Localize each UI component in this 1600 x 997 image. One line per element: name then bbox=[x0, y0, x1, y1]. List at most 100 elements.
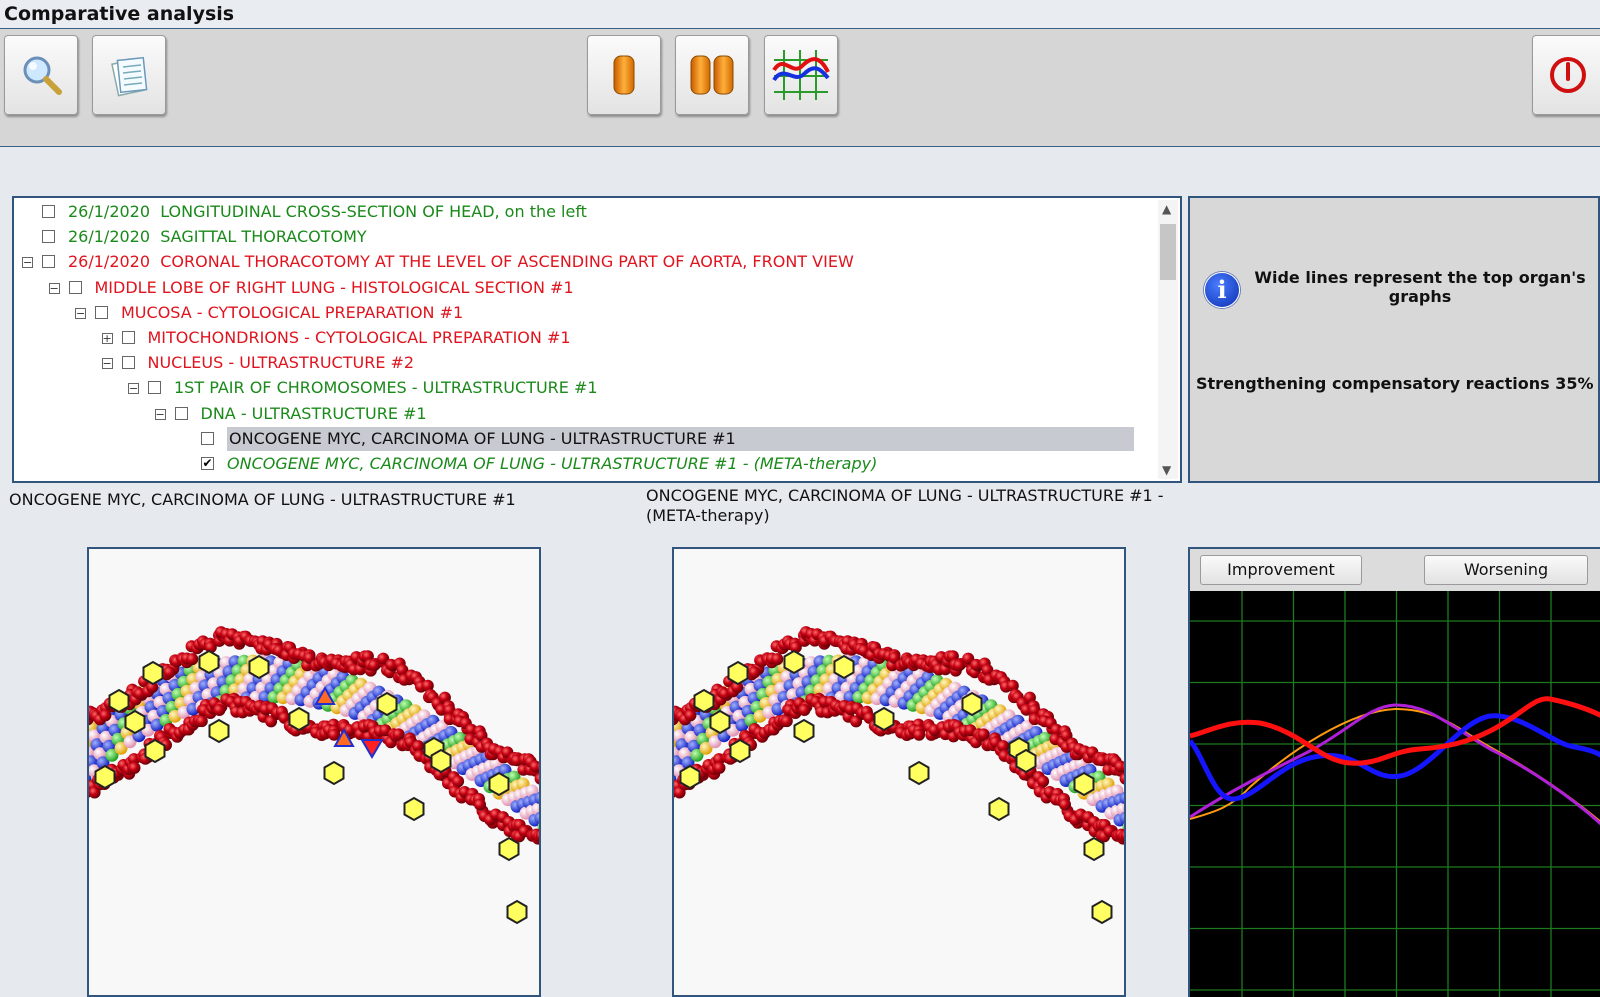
scroll-down-icon[interactable]: ▼ bbox=[1162, 463, 1171, 477]
hexagon-marker bbox=[783, 649, 805, 675]
hexagon-marker bbox=[142, 660, 164, 686]
hexagon-marker bbox=[498, 836, 520, 862]
atom bbox=[213, 704, 226, 716]
hexagon-marker bbox=[288, 706, 310, 732]
collapse-icon[interactable]: − bbox=[75, 307, 86, 319]
collapse-icon[interactable]: − bbox=[128, 383, 139, 395]
tree-checkbox[interactable] bbox=[121, 356, 135, 370]
title-bar: Comparative analysis bbox=[0, 0, 1600, 29]
right-image-caption-line2: (META-therapy) bbox=[646, 506, 770, 525]
tree-row-label: NUCLEUS - ULTRASTRUCTURE #2 bbox=[147, 353, 415, 373]
analysis-tree[interactable]: 26/1/2020 LONGITUDINAL CROSS-SECTION OF … bbox=[12, 196, 1182, 483]
tree-row-label: 1ST PAIR OF CHROMOSOMES - ULTRASTRUCTURE… bbox=[174, 378, 598, 398]
hexagon-marker bbox=[430, 748, 452, 774]
tree-checkbox[interactable] bbox=[68, 280, 82, 294]
collapse-icon[interactable]: − bbox=[101, 358, 113, 370]
tree-checkbox[interactable] bbox=[174, 406, 188, 420]
atom bbox=[474, 798, 486, 811]
tree-row-label: ONCOGENE MYC, CARCINOMA OF LUNG - ULTRAS… bbox=[227, 426, 1134, 451]
expand-icon[interactable]: + bbox=[101, 333, 113, 344]
collapse-icon[interactable]: − bbox=[154, 408, 166, 420]
tree-checkbox[interactable] bbox=[42, 255, 55, 269]
tree-scrollbar[interactable]: ▲ ▼ bbox=[1158, 200, 1178, 479]
hexagon-marker bbox=[693, 688, 715, 714]
triangle-marker bbox=[360, 739, 384, 759]
single-capsule-icon bbox=[604, 50, 644, 100]
notepad-icon bbox=[105, 51, 153, 99]
atom bbox=[713, 761, 726, 774]
graph-view-button[interactable] bbox=[764, 35, 838, 115]
dual-view-button[interactable] bbox=[675, 35, 749, 115]
tree-row-label: DNA - ULTRASTRUCTURE #1 bbox=[200, 403, 427, 423]
hexagon-marker bbox=[988, 796, 1010, 822]
tree-checkbox[interactable] bbox=[121, 331, 135, 344]
improvement-button[interactable]: Improvement bbox=[1200, 555, 1362, 585]
scroll-up-icon[interactable]: ▲ bbox=[1162, 202, 1171, 216]
worsening-button[interactable]: Worsening bbox=[1424, 555, 1588, 585]
hexagon-marker bbox=[679, 764, 701, 790]
atom bbox=[163, 666, 176, 679]
tree-checkbox[interactable] bbox=[95, 305, 108, 319]
tree-checkbox[interactable] bbox=[201, 431, 214, 445]
left-image-caption: ONCOGENE MYC, CARCINOMA OF LUNG - ULTRAS… bbox=[9, 490, 516, 509]
notes-button[interactable] bbox=[92, 35, 166, 115]
graph-icon bbox=[770, 46, 832, 104]
atom bbox=[913, 728, 926, 741]
single-view-button[interactable] bbox=[587, 35, 661, 115]
tree-row-label: ONCOGENE MYC, CARCINOMA OF LUNG - ULTRAS… bbox=[227, 454, 878, 473]
tree-row[interactable]: − NUCLEUS - ULTRASTRUCTURE #2 bbox=[14, 351, 1154, 375]
power-icon bbox=[1546, 53, 1590, 97]
tree-row[interactable]: 26/1/2020 SAGITTAL THORACOTOMY bbox=[14, 225, 1154, 249]
hexagon-marker bbox=[709, 709, 731, 735]
window-title: Comparative analysis bbox=[4, 3, 235, 25]
hexagon-marker bbox=[94, 764, 116, 790]
tree-row-label: 26/1/2020 CORONAL THORACOTOMY AT THE LEV… bbox=[68, 252, 854, 272]
hexagon-marker bbox=[1073, 771, 1095, 797]
tree-checkbox[interactable] bbox=[42, 205, 55, 218]
graph-panel: Improvement Worsening bbox=[1188, 547, 1600, 997]
hexagon-marker bbox=[1091, 899, 1113, 925]
hexagon-marker bbox=[208, 718, 230, 744]
tree-row[interactable]: − MUCOSA - CYTOLOGICAL PREPARATION #1 bbox=[14, 301, 1154, 325]
tree-row[interactable]: − MIDDLE LOBE OF RIGHT LUNG - HISTOLOGICA… bbox=[14, 276, 1154, 300]
hexagon-marker bbox=[729, 738, 751, 764]
double-capsule-icon bbox=[687, 50, 737, 100]
toolbar bbox=[0, 29, 1600, 147]
tree-row[interactable]: ONCOGENE MYC, CARCINOMA OF LUNG - ULTRAS… bbox=[14, 426, 1154, 451]
tree-row[interactable]: + MITOCHONDRIONS - CYTOLOGICAL PREPARATIO… bbox=[14, 326, 1154, 350]
hexagon-marker bbox=[376, 691, 398, 717]
scroll-thumb[interactable] bbox=[1160, 224, 1176, 280]
atom bbox=[771, 653, 784, 666]
hexagon-marker bbox=[323, 760, 345, 786]
tree-row-label: 26/1/2020 LONGITUDINAL CROSS-SECTION OF … bbox=[68, 202, 587, 221]
left-dna-image bbox=[87, 547, 541, 997]
tree-row[interactable]: − 26/1/2020 CORONAL THORACOTOMY AT THE LE… bbox=[14, 250, 1154, 274]
info-panel: i Wide lines represent the top organ's g… bbox=[1188, 196, 1600, 483]
hexagon-marker bbox=[908, 760, 930, 786]
tree-row[interactable]: 26/1/2020 LONGITUDINAL CROSS-SECTION OF … bbox=[14, 200, 1154, 224]
hexagon-marker bbox=[961, 691, 983, 717]
right-image-caption-line1: ONCOGENE MYC, CARCINOMA OF LUNG - ULTRAS… bbox=[646, 486, 1164, 505]
collapse-icon[interactable]: − bbox=[22, 257, 33, 269]
tree-row-label: 26/1/2020 SAGITTAL THORACOTOMY bbox=[68, 227, 367, 247]
info-text: Wide lines represent the top organ's gra… bbox=[1254, 268, 1586, 306]
hexagon-marker bbox=[727, 660, 749, 686]
tree-row[interactable]: − DNA - ULTRASTRUCTURE #1 bbox=[14, 402, 1154, 426]
atom bbox=[1059, 798, 1071, 811]
hexagon-marker bbox=[403, 796, 425, 822]
tree-checkbox[interactable] bbox=[42, 230, 55, 244]
atom bbox=[186, 653, 199, 666]
tree-row[interactable]: ✔ ONCOGENE MYC, CARCINOMA OF LUNG - ULTRA… bbox=[14, 452, 1154, 476]
exit-button[interactable] bbox=[1532, 35, 1600, 115]
collapse-icon[interactable]: − bbox=[48, 282, 60, 294]
tree-checkbox[interactable]: ✔ bbox=[201, 457, 214, 470]
tree-checkbox[interactable] bbox=[148, 381, 161, 395]
tree-row[interactable]: − 1ST PAIR OF CHROMOSOMES - ULTRASTRUCTUR… bbox=[14, 376, 1154, 400]
hexagon-marker bbox=[144, 738, 166, 764]
strength-text: Strengthening compensatory reactions 35% bbox=[1196, 374, 1594, 393]
hexagon-marker bbox=[108, 688, 130, 714]
magnifier-icon bbox=[17, 51, 65, 99]
hexagon-marker bbox=[873, 706, 895, 732]
search-button[interactable] bbox=[4, 35, 78, 115]
hexagon-marker bbox=[248, 654, 270, 680]
